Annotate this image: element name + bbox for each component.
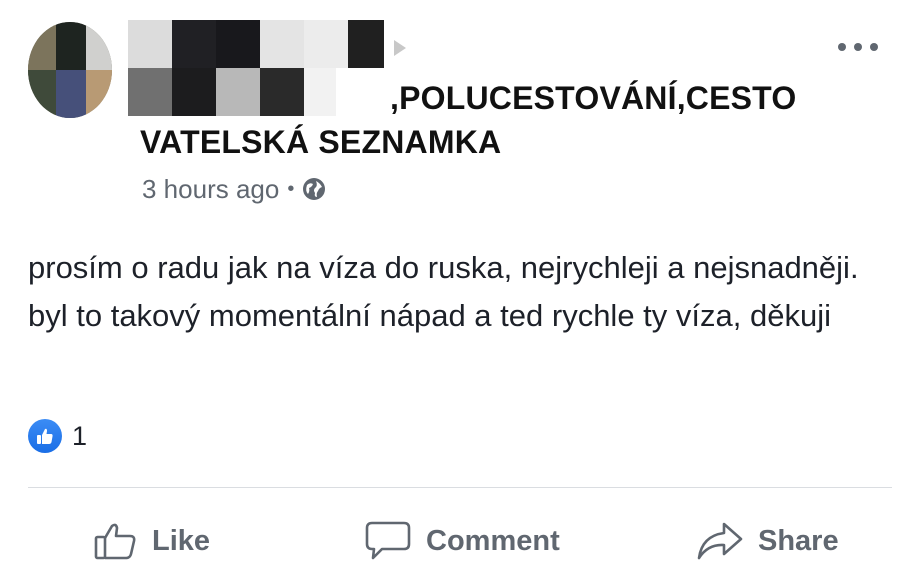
- shared-to-arrow-icon: [394, 40, 406, 56]
- like-label: Like: [152, 524, 211, 557]
- share-arrow-icon: [697, 522, 743, 560]
- thumbs-up-icon: [94, 523, 136, 560]
- share-label: Share: [758, 524, 839, 557]
- post-card: ,POLUCESTOVÁNÍ,CESTO VATELSKÁ SEZNAMKA 3…: [0, 0, 920, 577]
- group-name-line2: VATELSKÁ SEZNAMKA: [140, 124, 502, 160]
- more-dot: [838, 43, 846, 51]
- share-button[interactable]: Share: [696, 512, 839, 570]
- post-body-text: prosím o radu jak na víza do ruska, nejr…: [28, 250, 859, 333]
- divider: [28, 487, 892, 488]
- reaction-count: 1: [72, 420, 88, 451]
- timestamp[interactable]: 3 hours ago: [142, 174, 279, 205]
- globe-icon[interactable]: [302, 177, 326, 201]
- comment-button[interactable]: Comment: [364, 512, 560, 570]
- group-name-prefix: ,: [390, 80, 400, 116]
- comment-icon: [365, 521, 411, 560]
- post-meta: 3 hours ago •: [142, 172, 326, 206]
- more-dot: [870, 43, 878, 51]
- more-options-icon[interactable]: [838, 38, 878, 56]
- group-name-line1: POLUCESTOVÁNÍ,CESTO: [399, 80, 797, 116]
- like-reaction-icon: [28, 419, 62, 453]
- action-bar: Like Comment Share: [0, 512, 920, 570]
- more-dot: [854, 43, 862, 51]
- group-name[interactable]: ,POLUCESTOVÁNÍ,CESTO VATELSKÁ SEZNAMKA: [140, 76, 840, 164]
- like-button[interactable]: Like: [94, 512, 210, 570]
- meta-separator: •: [287, 177, 295, 200]
- comment-label: Comment: [426, 524, 560, 557]
- reactions-summary[interactable]: 1: [28, 418, 87, 454]
